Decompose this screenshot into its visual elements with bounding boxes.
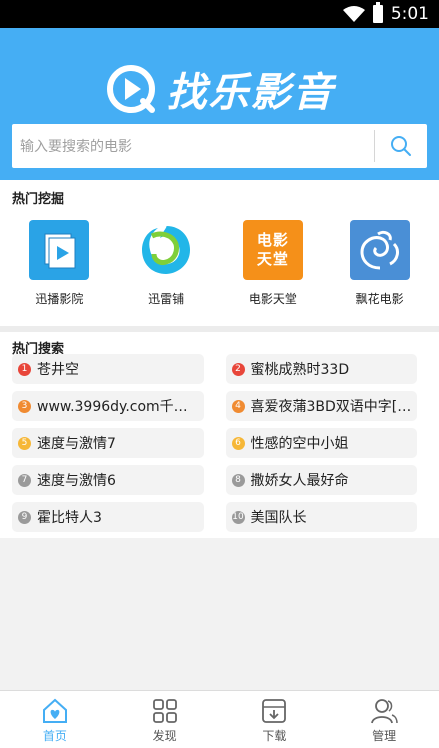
rank-badge: 1	[18, 362, 31, 376]
swirl-flower-icon	[349, 220, 410, 280]
hot-search-item[interactable]: 6 性感的空中小姐	[225, 428, 417, 458]
hot-apps-section: 热门挖掘 迅播影院 迅雷铺 电影 天堂 电影天堂 飘花电影	[0, 180, 439, 326]
hot-search-text: 性感的空中小姐	[250, 436, 349, 452]
user-icon	[371, 699, 398, 724]
hot-search-item[interactable]: 8 撒娇女人最好命	[225, 465, 417, 495]
bottom-tab-bar: 首页 发现 下载 管理	[0, 690, 439, 748]
tab-discover[interactable]: 发现	[110, 691, 220, 748]
app-label: 飘花电影	[355, 292, 404, 306]
search-input[interactable]: 输入要搜索的电影	[12, 136, 374, 156]
hot-search-text: 霍比特人3	[37, 510, 102, 526]
hot-search-item[interactable]: 10 美国队长	[225, 502, 417, 532]
grid-icon	[152, 699, 177, 723]
app-item-xunleipu[interactable]: 迅雷铺	[121, 220, 211, 326]
tab-label: 首页	[42, 729, 67, 743]
search-box[interactable]: 输入要搜索的电影	[12, 124, 427, 168]
rank-badge: 2	[231, 362, 245, 376]
hot-search-text: 苍井空	[37, 362, 79, 378]
rank-badge: 10	[231, 510, 245, 524]
rank-badge: 6	[231, 436, 245, 450]
battery-icon	[372, 2, 383, 23]
movie-heaven-icon-text: 电影 天堂	[256, 231, 289, 268]
search-icon	[391, 136, 411, 156]
hot-search-text: 撒娇女人最好命	[250, 473, 349, 489]
hot-search-item[interactable]: 5 速度与激情7	[12, 428, 204, 458]
tab-home[interactable]: 首页	[0, 691, 110, 748]
app-label: 电影天堂	[248, 292, 297, 306]
download-icon	[262, 699, 287, 723]
app-name: 找乐影音	[166, 70, 335, 116]
app-item-piaohua[interactable]: 飘花电影	[335, 220, 425, 326]
rank-badge: 3	[18, 399, 31, 413]
rank-badge: 5	[18, 436, 31, 450]
app-label: 迅播影院	[35, 292, 84, 306]
rank-badge: 9	[18, 510, 31, 524]
hot-search-title: 热门搜索	[12, 342, 65, 357]
play-logo-icon	[106, 65, 155, 113]
tab-label: 发现	[152, 729, 177, 743]
hot-search-text: 美国队长	[250, 510, 307, 526]
tab-label: 管理	[372, 729, 397, 743]
hot-search-grid: 1 苍井空 2 蜜桃成熟时33D 3 www.3996dy.com千… 4 喜爱夜蒲3BD双语…	[0, 354, 439, 532]
tab-label: 下载	[262, 729, 287, 743]
hot-search-item[interactable]: 3 www.3996dy.com千…	[12, 391, 204, 421]
app-header: 找乐影音 输入要搜索的电影	[0, 28, 439, 180]
app-label: 迅雷铺	[148, 292, 185, 306]
thunder-swirl-icon	[136, 220, 196, 280]
hot-search-item[interactable]: 4 喜爱夜蒲3BD双语中字[…	[225, 391, 417, 421]
rank-badge: 4	[231, 399, 245, 413]
app-logo: 找乐影音	[0, 46, 439, 132]
movie-heaven-icon: 电影 天堂	[242, 220, 303, 280]
app-item-dianyingtiantang[interactable]: 电影 天堂 电影天堂	[228, 220, 318, 326]
rank-badge: 7	[18, 473, 31, 487]
hot-search-section: 热门搜索 1 苍井空 2 蜜桃成熟时33D 3 www.3996dy.com千… 4 喜爱夜蒲…	[0, 332, 439, 538]
hot-search-text: 蜜桃成熟时33D	[250, 362, 350, 378]
app-item-xunbo[interactable]: 迅播影院	[14, 220, 104, 326]
search-button[interactable]	[375, 124, 427, 168]
hot-search-text: www.3996dy.com千…	[37, 399, 188, 415]
rank-badge: 8	[231, 473, 245, 487]
hot-search-text: 喜爱夜蒲3BD双语中字[…	[250, 399, 412, 415]
hot-search-text: 速度与激情7	[37, 436, 116, 452]
tab-manage[interactable]: 管理	[329, 691, 439, 748]
hot-search-item[interactable]: 2 蜜桃成熟时33D	[225, 354, 417, 384]
status-bar: 5:01	[0, 0, 439, 28]
hot-search-text: 速度与激情6	[37, 473, 116, 489]
home-icon	[42, 698, 67, 723]
hot-search-item[interactable]: 9 霍比特人3	[12, 502, 204, 532]
wifi-icon	[342, 6, 365, 22]
hot-search-item[interactable]: 7 速度与激情6	[12, 465, 204, 495]
video-play-icon	[29, 220, 90, 280]
status-time: 5:01	[390, 4, 429, 24]
hot-apps-title: 热门挖掘	[12, 192, 65, 207]
tab-download[interactable]: 下载	[220, 691, 330, 748]
hot-search-item[interactable]: 1 苍井空	[12, 354, 204, 384]
